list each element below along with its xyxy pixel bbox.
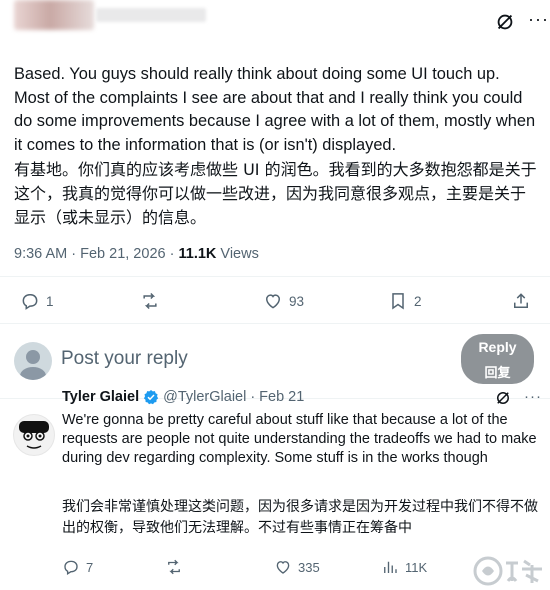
meta-separator: · [71, 246, 77, 262]
reply-icon [22, 294, 38, 310]
author-handle[interactable]: @TylerGlaiel [163, 389, 246, 405]
view-count: 11K [405, 559, 428, 575]
cartoon-face-avatar [19, 421, 49, 449]
post-text-zh: 有基地。你们真的应该考虑做些 UI 的润色。我看到的大多数抱怨都是关于这个，我真… [14, 160, 537, 227]
post-text-en: Based. You guys should really think abou… [14, 65, 536, 154]
reply-button-label: Reply [478, 339, 517, 355]
like-count: 335 [298, 559, 320, 575]
analytics-action[interactable]: 11K [381, 557, 427, 577]
reply-icon [64, 560, 78, 575]
blurred-avatar [14, 0, 94, 30]
divider [0, 276, 550, 277]
reply-count: 7 [86, 559, 94, 575]
reply-text-zh: 我们会非常谨慎处理这类问题，因为很多请求是因为开发过程中我们不得不做出的权衡，导… [62, 499, 538, 536]
avatar[interactable] [13, 414, 55, 456]
post-time[interactable]: 9:36 AM [14, 246, 67, 262]
like-action[interactable]: 335 [274, 557, 320, 577]
reply-header: Tyler Glaiel @TylerGlaiel · Feb 21 [62, 389, 304, 405]
repost-icon [143, 292, 157, 310]
more-icon[interactable]: ··· [528, 10, 549, 28]
repost-action[interactable] [140, 290, 166, 312]
share-action[interactable] [511, 290, 531, 312]
default-avatar-icon [20, 350, 46, 380]
blurred-username [96, 8, 206, 22]
reply-input[interactable]: Post your reply [61, 348, 188, 370]
views-label: Views [220, 246, 259, 262]
verified-icon [144, 390, 159, 405]
reply-button[interactable]: Reply 回复 [461, 334, 534, 384]
like-action[interactable]: 93 [263, 290, 304, 312]
meta-separator: · [250, 389, 256, 405]
author-name[interactable]: Tyler Glaiel [62, 389, 139, 405]
more-icon[interactable]: ··· [524, 388, 542, 405]
repost-icon [168, 559, 180, 575]
bookmark-action[interactable]: 2 [388, 290, 422, 312]
repost-action[interactable] [165, 557, 189, 577]
like-icon [265, 294, 281, 309]
views-count: 11.1K [178, 246, 217, 262]
post-meta: 9:36 AM · Feb 21, 2026 · 11.1K Views [14, 244, 259, 264]
grok-icon[interactable] [494, 11, 516, 33]
reply-action[interactable]: 1 [20, 290, 54, 312]
reply-date[interactable]: Feb 21 [259, 389, 304, 405]
bookmark-count: 2 [414, 293, 422, 309]
share-icon [514, 293, 528, 308]
post-date[interactable]: Feb 21, 2026 [80, 246, 165, 262]
post-header: ··· [0, 0, 550, 52]
divider [0, 323, 550, 324]
meta-separator: · [169, 246, 175, 262]
like-count: 93 [289, 293, 305, 309]
avatar[interactable] [14, 342, 52, 380]
analytics-icon [384, 561, 397, 573]
grok-icon[interactable] [494, 389, 512, 407]
like-icon [276, 561, 290, 574]
watermark-logo [473, 556, 542, 586]
bookmark-icon [392, 293, 404, 310]
reply-text-en: We're gonna be pretty careful about stuf… [62, 412, 537, 466]
reply-count: 1 [46, 293, 54, 309]
reply-button-label-zh: 回复 [484, 366, 511, 381]
reply-action[interactable]: 7 [62, 557, 93, 577]
